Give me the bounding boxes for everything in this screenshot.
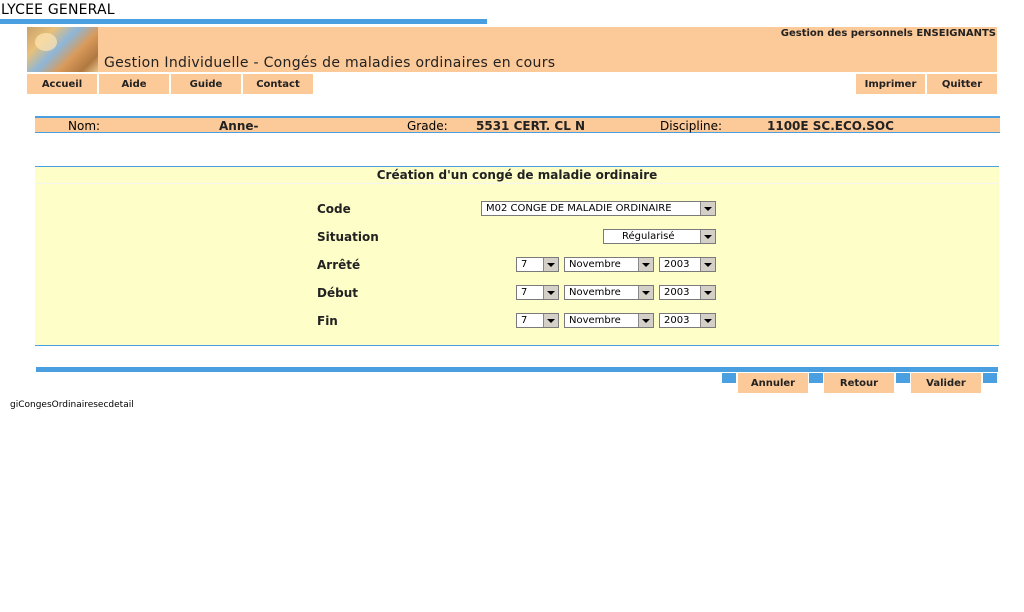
dropdown-arrow-icon (700, 258, 715, 271)
debut-year-value: 2003 (664, 287, 690, 298)
situation-select[interactable]: Régularisé (603, 229, 716, 244)
separator-block (896, 373, 910, 383)
arrete-year-value: 2003 (664, 259, 690, 270)
dropdown-arrow-icon (700, 314, 715, 327)
dropdown-arrow-icon (638, 286, 653, 299)
arrete-day-select[interactable]: 7 (516, 257, 559, 272)
arrete-day-value: 7 (521, 259, 528, 270)
top-divider (0, 19, 487, 24)
discipline-value: 1100E SC.ECO.SOC (767, 119, 894, 133)
debut-month-value: Novembre (569, 287, 621, 298)
establishment-name: LYCEE GENERAL (1, 2, 115, 18)
app-title: Gestion des personnels ENSEIGNANTS (780, 28, 996, 39)
arrete-label: Arrêté (317, 258, 361, 272)
bottom-divider (36, 367, 998, 372)
quit-button[interactable]: Quitter (927, 74, 997, 94)
separator-block (809, 373, 823, 383)
fin-day-select[interactable]: 7 (516, 313, 559, 328)
discipline-label: Discipline: (660, 119, 723, 133)
nav-guide-button[interactable]: Guide (171, 74, 241, 94)
dropdown-arrow-icon (700, 202, 715, 215)
dropdown-arrow-icon (638, 258, 653, 271)
form-bottom-border (35, 345, 999, 346)
nav-contact-button[interactable]: Contact (243, 74, 313, 94)
arrete-month-value: Novembre (569, 259, 621, 270)
nav-aide-button[interactable]: Aide (99, 74, 169, 94)
code-select-value: M02 CONGE DE MALADIE ORDINAIRE (486, 203, 672, 214)
arrete-month-select[interactable]: Novembre (564, 257, 654, 272)
dropdown-arrow-icon (543, 258, 558, 271)
fin-label: Fin (317, 314, 338, 328)
situation-label: Situation (317, 230, 379, 244)
separator-block (983, 373, 997, 383)
back-button[interactable]: Retour (824, 373, 894, 393)
dropdown-arrow-icon (638, 314, 653, 327)
dropdown-arrow-icon (543, 314, 558, 327)
dropdown-arrow-icon (700, 230, 715, 243)
debut-day-value: 7 (521, 287, 528, 298)
page-identifier: giCongesOrdinairesecdetail (10, 400, 134, 410)
code-select[interactable]: M02 CONGE DE MALADIE ORDINAIRE (481, 201, 716, 216)
form-title: Création d'un congé de maladie ordinaire (376, 168, 658, 182)
debut-year-select[interactable]: 2003 (659, 285, 716, 300)
situation-select-value: Régularisé (622, 231, 675, 242)
code-label: Code (317, 202, 351, 216)
logo-image (27, 27, 98, 72)
cancel-button[interactable]: Annuler (738, 373, 808, 393)
debut-label: Début (317, 286, 358, 300)
nom-label: Nom: (68, 119, 101, 133)
separator-block (722, 373, 736, 383)
arrete-year-select[interactable]: 2003 (659, 257, 716, 272)
fin-year-select[interactable]: 2003 (659, 313, 716, 328)
fin-day-value: 7 (521, 315, 528, 326)
print-button[interactable]: Imprimer (856, 74, 925, 94)
page-title: Gestion Individuelle - Congés de maladie… (104, 55, 556, 71)
dropdown-arrow-icon (700, 286, 715, 299)
fin-year-value: 2003 (664, 315, 690, 326)
nom-value: Anne- (219, 119, 259, 133)
debut-month-select[interactable]: Novembre (564, 285, 654, 300)
nav-accueil-button[interactable]: Accueil (27, 74, 97, 94)
grade-value: 5531 CERT. CL N (476, 119, 586, 133)
grade-label: Grade: (407, 119, 448, 133)
debut-day-select[interactable]: 7 (516, 285, 559, 300)
dropdown-arrow-icon (543, 286, 558, 299)
validate-button[interactable]: Valider (911, 373, 981, 393)
fin-month-value: Novembre (569, 315, 621, 326)
fin-month-select[interactable]: Novembre (564, 313, 654, 328)
